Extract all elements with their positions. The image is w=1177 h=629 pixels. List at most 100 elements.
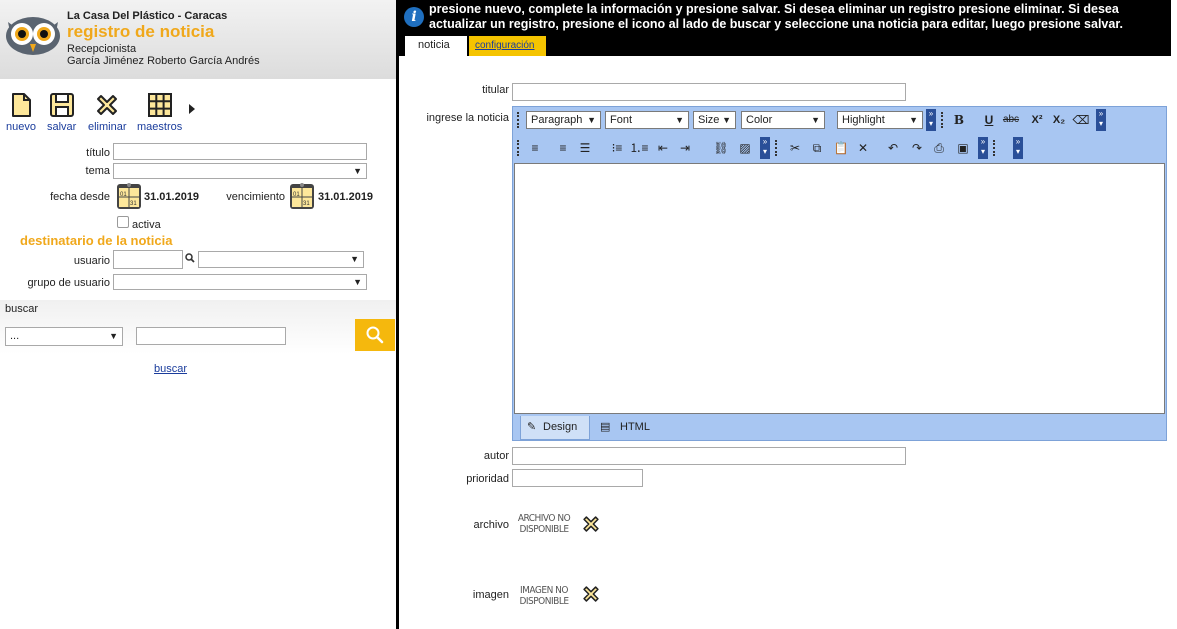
salvar-label: salvar — [47, 121, 77, 133]
design-tab[interactable]: ✎ Design — [520, 416, 590, 440]
chevron-down-icon: ▼ — [675, 115, 684, 125]
info-icon: i — [404, 7, 424, 27]
vencimiento-value: 31.01.2019 — [318, 191, 374, 203]
right-panel: i presione nuevo, complete la informació… — [399, 0, 1177, 629]
toolbar-overflow-icon[interactable]: » ▾ — [926, 109, 936, 131]
html-file-icon: ▤ — [600, 421, 611, 433]
align-left-icon[interactable]: ≡ — [525, 139, 545, 157]
archivo-no-disponible: ARCHIVO NO DISPONIBLE — [514, 513, 574, 535]
maestros-button[interactable]: maestros — [137, 92, 182, 133]
calendar-icon[interactable]: 01 31 — [116, 182, 142, 210]
subscript-icon[interactable]: X₂ — [1049, 111, 1069, 129]
size-select-value: Size — [698, 114, 720, 126]
remove-image-icon[interactable] — [581, 584, 601, 604]
delete-icon — [97, 95, 118, 115]
calendar-day-top: 01 — [293, 192, 300, 198]
underline-icon[interactable]: U — [979, 111, 999, 129]
titulo-input[interactable] — [113, 143, 367, 160]
left-panel: La Casa Del Plástico - Caracas registro … — [0, 0, 396, 629]
search-input[interactable] — [136, 327, 286, 345]
cut-icon[interactable]: ✂ — [785, 139, 805, 157]
tab-configuracion[interactable]: configuración — [469, 36, 546, 56]
remove-file-icon[interactable] — [581, 514, 601, 534]
archivo-na-line1: ARCHIVO NO — [517, 513, 571, 524]
grupo-usuario-label: grupo de usuario — [27, 277, 110, 289]
archivo-na-line2: DISPONIBLE — [519, 524, 569, 535]
strikethrough-icon[interactable]: abc — [1001, 111, 1021, 129]
toolbar-overflow-icon[interactable]: » ▾ — [978, 137, 988, 159]
paste-icon[interactable]: 📋 — [831, 139, 851, 157]
eraser-icon[interactable]: ⌫ — [1071, 111, 1091, 129]
search-button[interactable] — [355, 319, 395, 351]
toolbar-more-arrow-icon[interactable] — [189, 104, 195, 114]
nuevo-label: nuevo — [6, 121, 36, 133]
imagen-no-disponible: IMAGEN NO DISPONIBLE — [514, 585, 574, 607]
page-title: registro de noticia — [67, 22, 215, 41]
toolbar-overflow-icon[interactable]: » ▾ — [1013, 137, 1023, 159]
autor-input[interactable] — [512, 447, 906, 465]
indent-icon[interactable]: ⇥ — [675, 139, 695, 157]
link-icon[interactable]: ⛓ — [711, 139, 731, 157]
nuevo-button[interactable]: nuevo — [6, 92, 36, 133]
editor-toolbar-1: Paragraph ▼ Font ▼ Size ▼ Color ▼ Highlight ▼… — [513, 107, 1166, 133]
editor-content-area[interactable] — [514, 163, 1165, 414]
chevron-down-icon: ▼ — [109, 331, 118, 341]
editor-mode-tabs: ✎ Design ▤ HTML — [514, 415, 1165, 440]
undo-icon[interactable]: ↶ — [883, 139, 903, 157]
save-icon — [49, 93, 74, 117]
usuario-input[interactable] — [113, 250, 183, 269]
superscript-icon[interactable]: X² — [1027, 111, 1047, 129]
tema-select[interactable]: ▼ — [113, 163, 367, 179]
user-role: Recepcionista — [67, 43, 137, 55]
destinatario-heading: destinatario de la noticia — [20, 233, 173, 248]
search-icon[interactable] — [185, 253, 195, 263]
autor-label: autor — [483, 450, 509, 462]
tab-noticia[interactable]: noticia — [405, 36, 467, 56]
activa-checkbox[interactable] — [117, 216, 129, 228]
usuario-label: usuario — [73, 255, 110, 267]
salvar-button[interactable]: salvar — [47, 92, 76, 133]
calendar-icon[interactable]: 01 31 — [289, 182, 315, 210]
paragraph-select[interactable]: Paragraph ▼ — [526, 111, 601, 129]
user-name: García Jiménez Roberto García Andrés — [67, 55, 260, 67]
grip-icon — [941, 112, 944, 128]
outdent-icon[interactable]: ⇤ — [653, 139, 673, 157]
highlight-select-value: Highlight — [842, 114, 885, 126]
print-icon[interactable]: ⎙ — [929, 139, 949, 157]
grupo-usuario-select[interactable]: ▼ — [113, 274, 367, 290]
numbered-list-icon[interactable]: ⒈≡ — [629, 139, 649, 157]
buscar-link[interactable]: buscar — [154, 363, 187, 375]
toolbar-overflow-icon[interactable]: » ▾ — [760, 137, 770, 159]
bullet-list-icon[interactable]: ⁝≡ — [607, 139, 627, 157]
grip-icon — [775, 140, 778, 156]
align-justify-icon[interactable]: ☰ — [575, 139, 595, 157]
activa-label: activa — [132, 219, 161, 231]
delete-icon[interactable]: ✕ — [853, 139, 873, 157]
chevron-down-icon: ▼ — [350, 254, 359, 264]
imagen-na-line1: IMAGEN NO — [520, 585, 568, 596]
align-center-icon[interactable]: ≡ — [553, 139, 573, 157]
chevron-down-icon: ▼ — [722, 115, 731, 125]
titular-input[interactable] — [512, 83, 906, 101]
chevron-down-icon: ▼ — [353, 277, 362, 287]
html-tab[interactable]: ▤ HTML — [594, 416, 656, 440]
copy-icon[interactable]: ⧉ — [807, 139, 827, 157]
eliminar-button[interactable]: eliminar — [88, 92, 127, 133]
bold-icon[interactable]: B — [949, 111, 969, 129]
font-select[interactable]: Font ▼ — [605, 111, 689, 129]
usuario-select[interactable]: ▼ — [198, 251, 364, 268]
prioridad-input[interactable] — [512, 469, 643, 487]
highlight-select[interactable]: Highlight ▼ — [837, 111, 923, 129]
redo-icon[interactable]: ↷ — [907, 139, 927, 157]
info-text: presione nuevo, complete la información … — [429, 2, 1123, 31]
editor-toolbar-2: ≡ ≡ ☰ ⁝≡ ⒈≡ ⇤ ⇥ ⛓ ▨ » ▾ ✂ ⧉ 📋 ✕ ↶ ↷ ⎙ ▣ »… — [513, 135, 1166, 161]
image-icon[interactable]: ▨ — [735, 139, 755, 157]
color-select[interactable]: Color ▼ — [741, 111, 825, 129]
rich-text-editor: Paragraph ▼ Font ▼ Size ▼ Color ▼ Highlight ▼… — [512, 106, 1167, 441]
save-icon[interactable]: ▣ — [953, 139, 973, 157]
app-header: La Casa Del Plástico - Caracas registro … — [0, 0, 396, 79]
titulo-label: título — [86, 147, 110, 159]
toolbar-overflow-icon[interactable]: » ▾ — [1096, 109, 1106, 131]
size-select[interactable]: Size ▼ — [693, 111, 736, 129]
search-field-select[interactable]: ... ▼ — [5, 327, 123, 346]
